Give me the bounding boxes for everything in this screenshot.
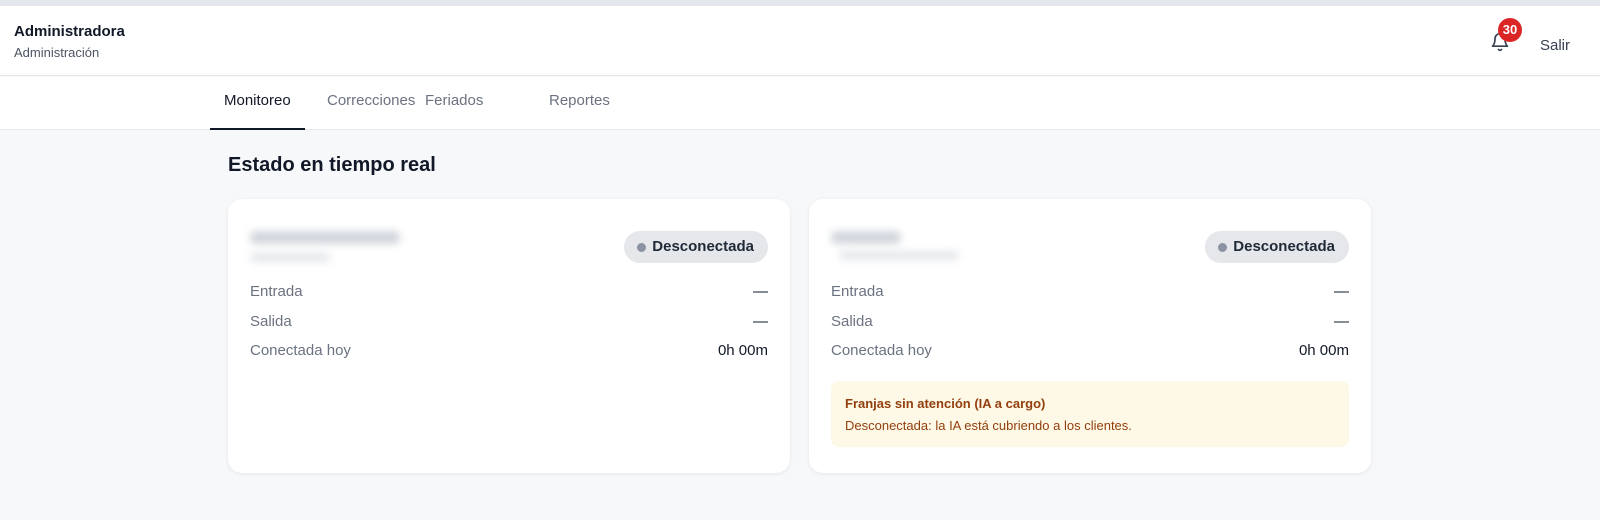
notification-badge[interactable]: 30	[1498, 18, 1522, 42]
redacted-agent-detail	[250, 253, 330, 262]
section-title: Estado en tiempo real	[228, 154, 436, 176]
row-value: 0h 00m	[717, 342, 768, 359]
row-conectada-hoy: Conectada hoy 0h 00m	[250, 342, 768, 364]
redacted-agent-detail	[839, 251, 959, 260]
row-label: Entrada	[831, 283, 884, 300]
row-conectada-hoy: Conectada hoy 0h 00m	[831, 342, 1349, 364]
status-label: Desconectada	[1233, 238, 1335, 255]
tab-feriados[interactable]: Feriados	[411, 77, 497, 130]
row-value: —	[1334, 313, 1349, 330]
row-label: Conectada hoy	[831, 342, 932, 359]
notice-title: Franjas sin atención (IA a cargo)	[845, 396, 1046, 411]
user-name: Administradora	[14, 23, 125, 40]
status-dot-icon	[1218, 243, 1228, 252]
tab-reportes[interactable]: Reportes	[535, 77, 624, 130]
logout-button[interactable]: Salir	[1540, 37, 1570, 54]
row-salida: Salida —	[831, 313, 1349, 335]
tab-monitoreo[interactable]: Monitoreo	[210, 77, 305, 130]
redacted-agent-name	[831, 231, 901, 244]
row-label: Entrada	[250, 283, 303, 300]
row-salida: Salida —	[250, 313, 768, 335]
row-entrada: Entrada —	[250, 283, 768, 305]
agent-status-card: Desconectada Entrada — Salida — Conectad…	[228, 199, 790, 473]
row-value: —	[753, 313, 768, 330]
agent-status-card: Desconectada Entrada — Salida — Conectad…	[809, 199, 1371, 473]
notice-text: Desconectada: la IA está cubriendo a los…	[845, 418, 1132, 433]
row-label: Conectada hoy	[250, 342, 351, 359]
status-dot-icon	[637, 243, 647, 252]
row-label: Salida	[831, 313, 873, 330]
user-role: Administración	[14, 45, 100, 60]
ai-coverage-notice: Franjas sin atención (IA a cargo) Descon…	[831, 381, 1349, 447]
app-header: Administradora Administración 30 Salir	[0, 6, 1600, 76]
redacted-agent-name	[250, 231, 400, 244]
row-value: —	[1334, 283, 1349, 300]
tab-bar: Monitoreo Correcciones Feriados Reportes	[0, 77, 1600, 130]
row-value: 0h 00m	[1298, 342, 1349, 359]
status-badge: Desconectada	[1205, 231, 1349, 263]
row-label: Salida	[250, 313, 292, 330]
row-entrada: Entrada —	[831, 283, 1349, 305]
status-badge: Desconectada	[624, 231, 768, 263]
status-label: Desconectada	[652, 238, 754, 255]
row-value: —	[753, 283, 768, 300]
